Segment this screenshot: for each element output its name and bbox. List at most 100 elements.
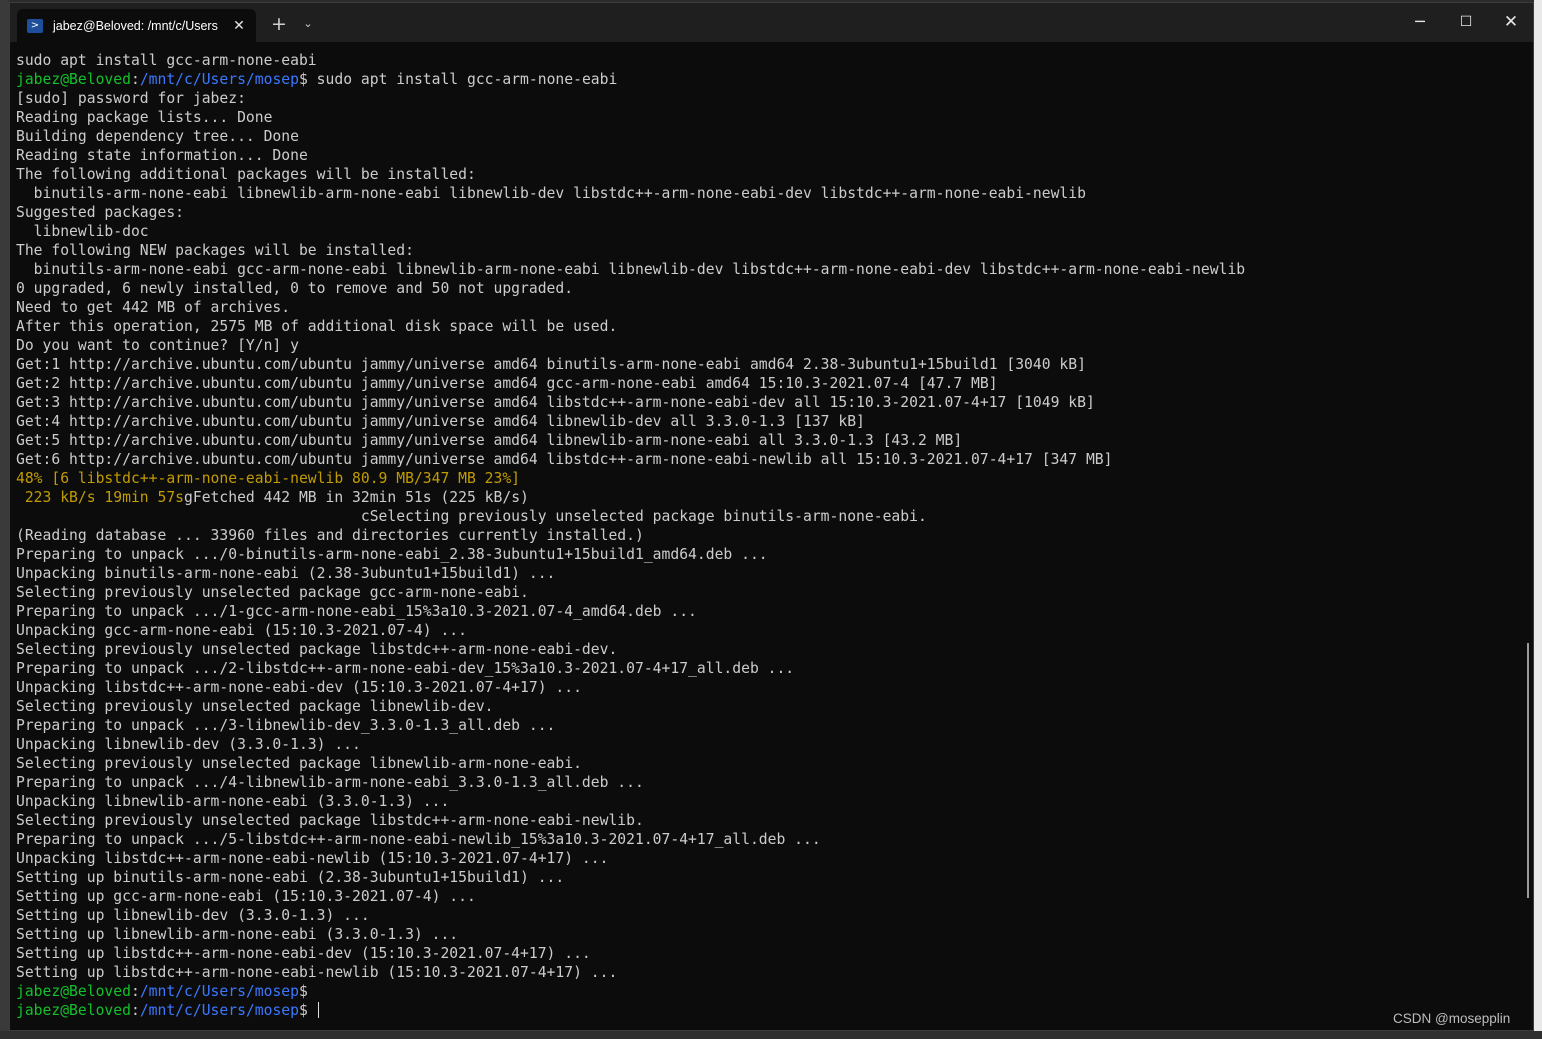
- terminal-text-segment: Preparing to unpack .../5-libstdc++-arm-…: [16, 831, 821, 848]
- terminal-line: Suggested packages:: [16, 203, 1521, 222]
- tab-title: jabez@Beloved: /mnt/c/Users: [53, 18, 218, 33]
- terminal-line: Preparing to unpack .../1-gcc-arm-none-e…: [16, 602, 1521, 621]
- terminal-window: > jabez@Beloved: /mnt/c/Users ✕ + ⌄ ─ ☐ …: [9, 2, 1534, 1031]
- maximize-icon[interactable]: ☐: [1451, 9, 1481, 35]
- terminal-line: The following additional packages will b…: [16, 165, 1521, 184]
- terminal-line: jabez@Beloved:/mnt/c/Users/mosep$: [16, 1001, 1521, 1020]
- terminal-text-segment: Get:3 http://archive.ubuntu.com/ubuntu j…: [16, 394, 1095, 411]
- terminal-text-segment: $ sudo apt install gcc-arm-none-eabi: [298, 71, 618, 88]
- terminal-text-segment: Unpacking gcc-arm-none-eabi (15:10.3-202…: [16, 622, 467, 639]
- terminal-line: After this operation, 2575 MB of additio…: [16, 317, 1521, 336]
- terminal-line: Unpacking libstdc++-arm-none-eabi-newlib…: [16, 849, 1521, 868]
- terminal-text-segment: jabez@Beloved: [16, 1002, 131, 1019]
- watermark-text: CSDN @mosepplin: [1393, 1011, 1511, 1026]
- new-tab-plus-icon[interactable]: +: [268, 13, 290, 35]
- terminal-text-segment: /mnt/c/Users/mosep: [139, 71, 299, 88]
- terminal-line: [sudo] password for jabez:: [16, 89, 1521, 108]
- terminal-line: Setting up libnewlib-arm-none-eabi (3.3.…: [16, 925, 1521, 944]
- background-window-right-edge: [1534, 0, 1542, 1039]
- terminal-line: Selecting previously unselected package …: [16, 754, 1521, 773]
- terminal-text-segment: Reading package lists... Done: [16, 109, 273, 126]
- terminal-scrollbar[interactable]: [1527, 643, 1529, 898]
- terminal-text-segment: Preparing to unpack .../2-libstdc++-arm-…: [16, 660, 795, 677]
- terminal-text-segment: (Reading database ... 33960 files and di…: [16, 527, 644, 544]
- terminal-line: binutils-arm-none-eabi libnewlib-arm-non…: [16, 184, 1521, 203]
- terminal-line: Reading package lists... Done: [16, 108, 1521, 127]
- terminal-line: Setting up binutils-arm-none-eabi (2.38-…: [16, 868, 1521, 887]
- terminal-text-segment: $: [298, 983, 308, 1000]
- terminal-text-segment: Reading state information... Done: [16, 147, 308, 164]
- terminal-line: Selecting previously unselected package …: [16, 811, 1521, 830]
- terminal-text-segment: Suggested packages:: [16, 204, 185, 221]
- terminal-line: Unpacking libstdc++-arm-none-eabi-dev (1…: [16, 678, 1521, 697]
- terminal-line: cSelecting previously unselected package…: [16, 507, 1521, 526]
- tab-close-icon[interactable]: ✕: [228, 15, 250, 37]
- terminal-line: Preparing to unpack .../0-binutils-arm-n…: [16, 545, 1521, 564]
- terminal-text-segment: sudo apt install gcc-arm-none-eabi: [16, 52, 317, 69]
- terminal-text-segment: /mnt/c/Users/mosep: [139, 983, 299, 1000]
- terminal-text-segment: Get:1 http://archive.ubuntu.com/ubuntu j…: [16, 356, 1086, 373]
- terminal-text-segment: 0 upgraded, 6 newly installed, 0 to remo…: [16, 280, 574, 297]
- terminal-line: Selecting previously unselected package …: [16, 583, 1521, 602]
- terminal-text-segment: 223 kB/s 19min 57s: [16, 489, 185, 506]
- terminal-text-segment: Unpacking libnewlib-dev (3.3.0-1.3) ...: [16, 736, 361, 753]
- terminal-line: Get:5 http://archive.ubuntu.com/ubuntu j…: [16, 431, 1521, 450]
- terminal-line: Reading state information... Done: [16, 146, 1521, 165]
- terminal-line: Unpacking binutils-arm-none-eabi (2.38-3…: [16, 564, 1521, 583]
- terminal-line: Preparing to unpack .../2-libstdc++-arm-…: [16, 659, 1521, 678]
- terminal-line: jabez@Beloved:/mnt/c/Users/mosep$: [16, 982, 1521, 1001]
- terminal-text-segment: Setting up libnewlib-dev (3.3.0-1.3) ...: [16, 907, 370, 924]
- terminal-line: The following NEW packages will be insta…: [16, 241, 1521, 260]
- terminal-line: Setting up gcc-arm-none-eabi (15:10.3-20…: [16, 887, 1521, 906]
- text-cursor: [317, 1002, 319, 1018]
- terminal-text-segment: $: [298, 1002, 317, 1019]
- terminal-text-segment: Selecting previously unselected package …: [16, 584, 529, 601]
- terminal-text-segment: Building dependency tree... Done: [16, 128, 299, 145]
- terminal-text-segment: jabez@Beloved: [16, 71, 131, 88]
- terminal-text-segment: The following NEW packages will be insta…: [16, 242, 414, 259]
- chevron-down-icon[interactable]: ⌄: [297, 13, 319, 35]
- title-bar[interactable]: > jabez@Beloved: /mnt/c/Users ✕ + ⌄ ─ ☐ …: [10, 3, 1533, 42]
- minimize-icon[interactable]: ─: [1405, 9, 1435, 35]
- terminal-line: Need to get 442 MB of archives.: [16, 298, 1521, 317]
- terminal-line: 48% [6 libstdc++-arm-none-eabi-newlib 80…: [16, 469, 1521, 488]
- terminal-text-segment: cSelecting previously unselected package…: [16, 508, 927, 525]
- terminal-text-segment: Preparing to unpack .../4-libnewlib-arm-…: [16, 774, 644, 791]
- terminal-text-segment: 48% [6 libstdc++-arm-none-eabi-newlib 80…: [16, 470, 521, 487]
- terminal-line: Selecting previously unselected package …: [16, 697, 1521, 716]
- terminal-text-segment: Unpacking binutils-arm-none-eabi (2.38-3…: [16, 565, 556, 582]
- terminal-text-segment: The following additional packages will b…: [16, 166, 476, 183]
- terminal-text-segment: Get:2 http://archive.ubuntu.com/ubuntu j…: [16, 375, 998, 392]
- terminal-output[interactable]: sudo apt install gcc-arm-none-eabi jabez@…: [16, 51, 1521, 1026]
- terminal-text-segment: binutils-arm-none-eabi gcc-arm-none-eabi…: [16, 261, 1246, 278]
- terminal-text-segment: Setting up libstdc++-arm-none-eabi-newli…: [16, 964, 618, 981]
- terminal-text-segment: binutils-arm-none-eabi libnewlib-arm-non…: [16, 185, 1086, 202]
- terminal-text-segment: /mnt/c/Users/mosep: [139, 1002, 299, 1019]
- terminal-text-segment: libnewlib-doc: [16, 223, 149, 240]
- terminal-line: sudo apt install gcc-arm-none-eabi: [16, 51, 1521, 70]
- powershell-icon: >: [27, 18, 43, 33]
- terminal-text-segment: jabez@Beloved: [16, 983, 131, 1000]
- terminal-line: jabez@Beloved:/mnt/c/Users/mosep$ sudo a…: [16, 70, 1521, 89]
- terminal-text-segment: Get:6 http://archive.ubuntu.com/ubuntu j…: [16, 451, 1113, 468]
- background-window-left-edge: [0, 0, 9, 1039]
- terminal-text-segment: Selecting previously unselected package …: [16, 641, 618, 658]
- terminal-text-segment: Do you want to continue? [Y/n] y: [16, 337, 299, 354]
- terminal-text-segment: Selecting previously unselected package …: [16, 812, 644, 829]
- terminal-line: Get:6 http://archive.ubuntu.com/ubuntu j…: [16, 450, 1521, 469]
- terminal-line: Unpacking gcc-arm-none-eabi (15:10.3-202…: [16, 621, 1521, 640]
- tab-terminal[interactable]: > jabez@Beloved: /mnt/c/Users ✕: [17, 9, 256, 42]
- terminal-line: Preparing to unpack .../3-libnewlib-dev_…: [16, 716, 1521, 735]
- terminal-text-segment: Preparing to unpack .../1-gcc-arm-none-e…: [16, 603, 697, 620]
- terminal-text-segment: Need to get 442 MB of archives.: [16, 299, 291, 316]
- terminal-line: Get:1 http://archive.ubuntu.com/ubuntu j…: [16, 355, 1521, 374]
- terminal-line: Unpacking libnewlib-arm-none-eabi (3.3.0…: [16, 792, 1521, 811]
- close-icon[interactable]: ✕: [1496, 9, 1526, 35]
- terminal-text-segment: Setting up gcc-arm-none-eabi (15:10.3-20…: [16, 888, 476, 905]
- terminal-line: 223 kB/s 19min 57sgFetched 442 MB in 32m…: [16, 488, 1521, 507]
- terminal-line: Selecting previously unselected package …: [16, 640, 1521, 659]
- terminal-text-segment: :: [130, 71, 140, 88]
- terminal-line: Setting up libstdc++-arm-none-eabi-newli…: [16, 963, 1521, 982]
- terminal-text-segment: Unpacking libnewlib-arm-none-eabi (3.3.0…: [16, 793, 450, 810]
- terminal-text-segment: gFetched 442 MB in 32min 51s (225 kB/s): [184, 489, 529, 506]
